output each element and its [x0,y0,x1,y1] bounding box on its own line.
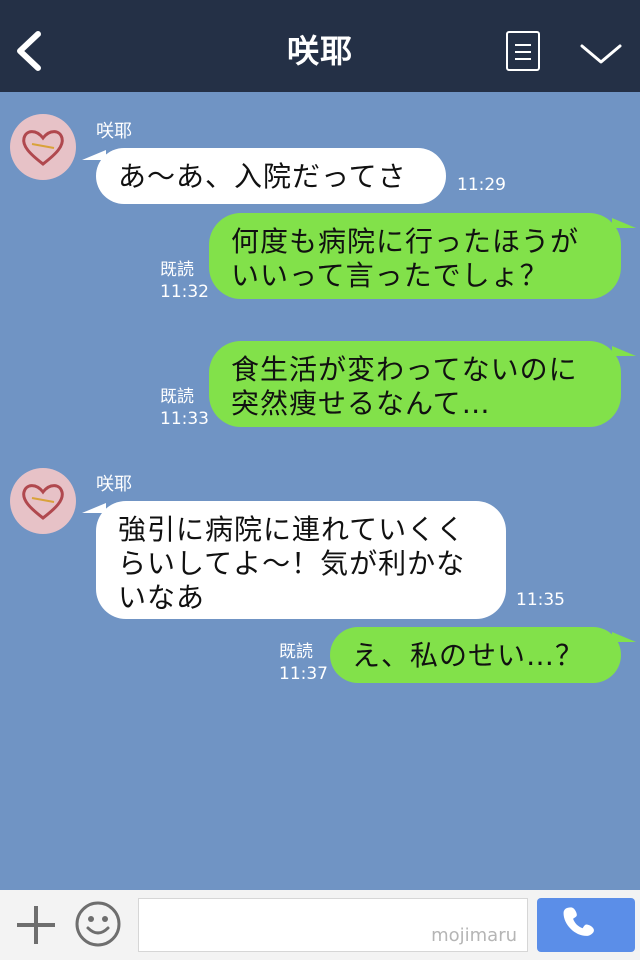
chat-header: 咲耶 [0,0,640,92]
plus-icon[interactable] [14,903,58,947]
message-line: いいって言ったでしょ？ [231,259,549,292]
avatar[interactable] [10,468,76,534]
watermark-text: mojimaru [431,925,517,946]
menu-icon[interactable] [506,31,540,71]
message-line: 突然痩せるなんて… [231,387,491,420]
message-time: 11:33 [160,409,209,429]
read-receipt: 既読 [160,387,194,407]
phone-icon [563,907,594,936]
message-bubble[interactable]: あ〜あ、入院だってさ [96,148,446,204]
message-line: いなあ [118,581,206,614]
message-bubble[interactable]: え、私のせい…？ [330,627,621,683]
heart-avatar-image [22,130,64,166]
message-input[interactable]: mojimaru [138,898,528,952]
read-receipt: 既読 [160,260,194,280]
message-line: らいしてよ〜！気が利かな [118,547,466,580]
heart-avatar-image [22,484,64,520]
message-line: 強引に病院に連れていくく [118,513,466,546]
message-meta: 既読 11:33 [160,386,209,430]
message-bubble[interactable]: 食生活が変わってないのに 突然痩せるなんて… [209,341,621,427]
message-bubble[interactable]: 何度も病院に行ったほうが いいって言ったでしょ？ [209,213,621,299]
message-time: 11:32 [160,282,209,302]
message-line: え、私のせい…？ [352,639,585,672]
message-line: あ〜あ、入院だってさ [118,160,407,193]
sender-name: 咲耶 [96,121,132,142]
smiley-icon[interactable] [74,900,122,948]
read-receipt: 既読 [279,642,313,662]
message-line: 食生活が変わってないのに [231,353,578,386]
message-line: 何度も病院に行ったほうが [231,225,580,258]
message-time: 11:35 [516,590,565,610]
message-time: 11:37 [279,664,328,684]
message-meta: 既読 11:32 [160,259,209,303]
message-time: 11:29 [457,175,506,195]
call-button[interactable] [537,898,635,952]
chat-title: 咲耶 [286,32,353,70]
input-bar: mojimaru [0,890,640,960]
sender-name: 咲耶 [96,474,132,495]
message-bubble[interactable]: 強引に病院に連れていくく らいしてよ〜！気が利かな いなあ [96,501,506,619]
message-meta: 既読 11:37 [279,641,328,685]
avatar[interactable] [10,114,76,180]
chevron-down-icon[interactable] [578,38,624,70]
